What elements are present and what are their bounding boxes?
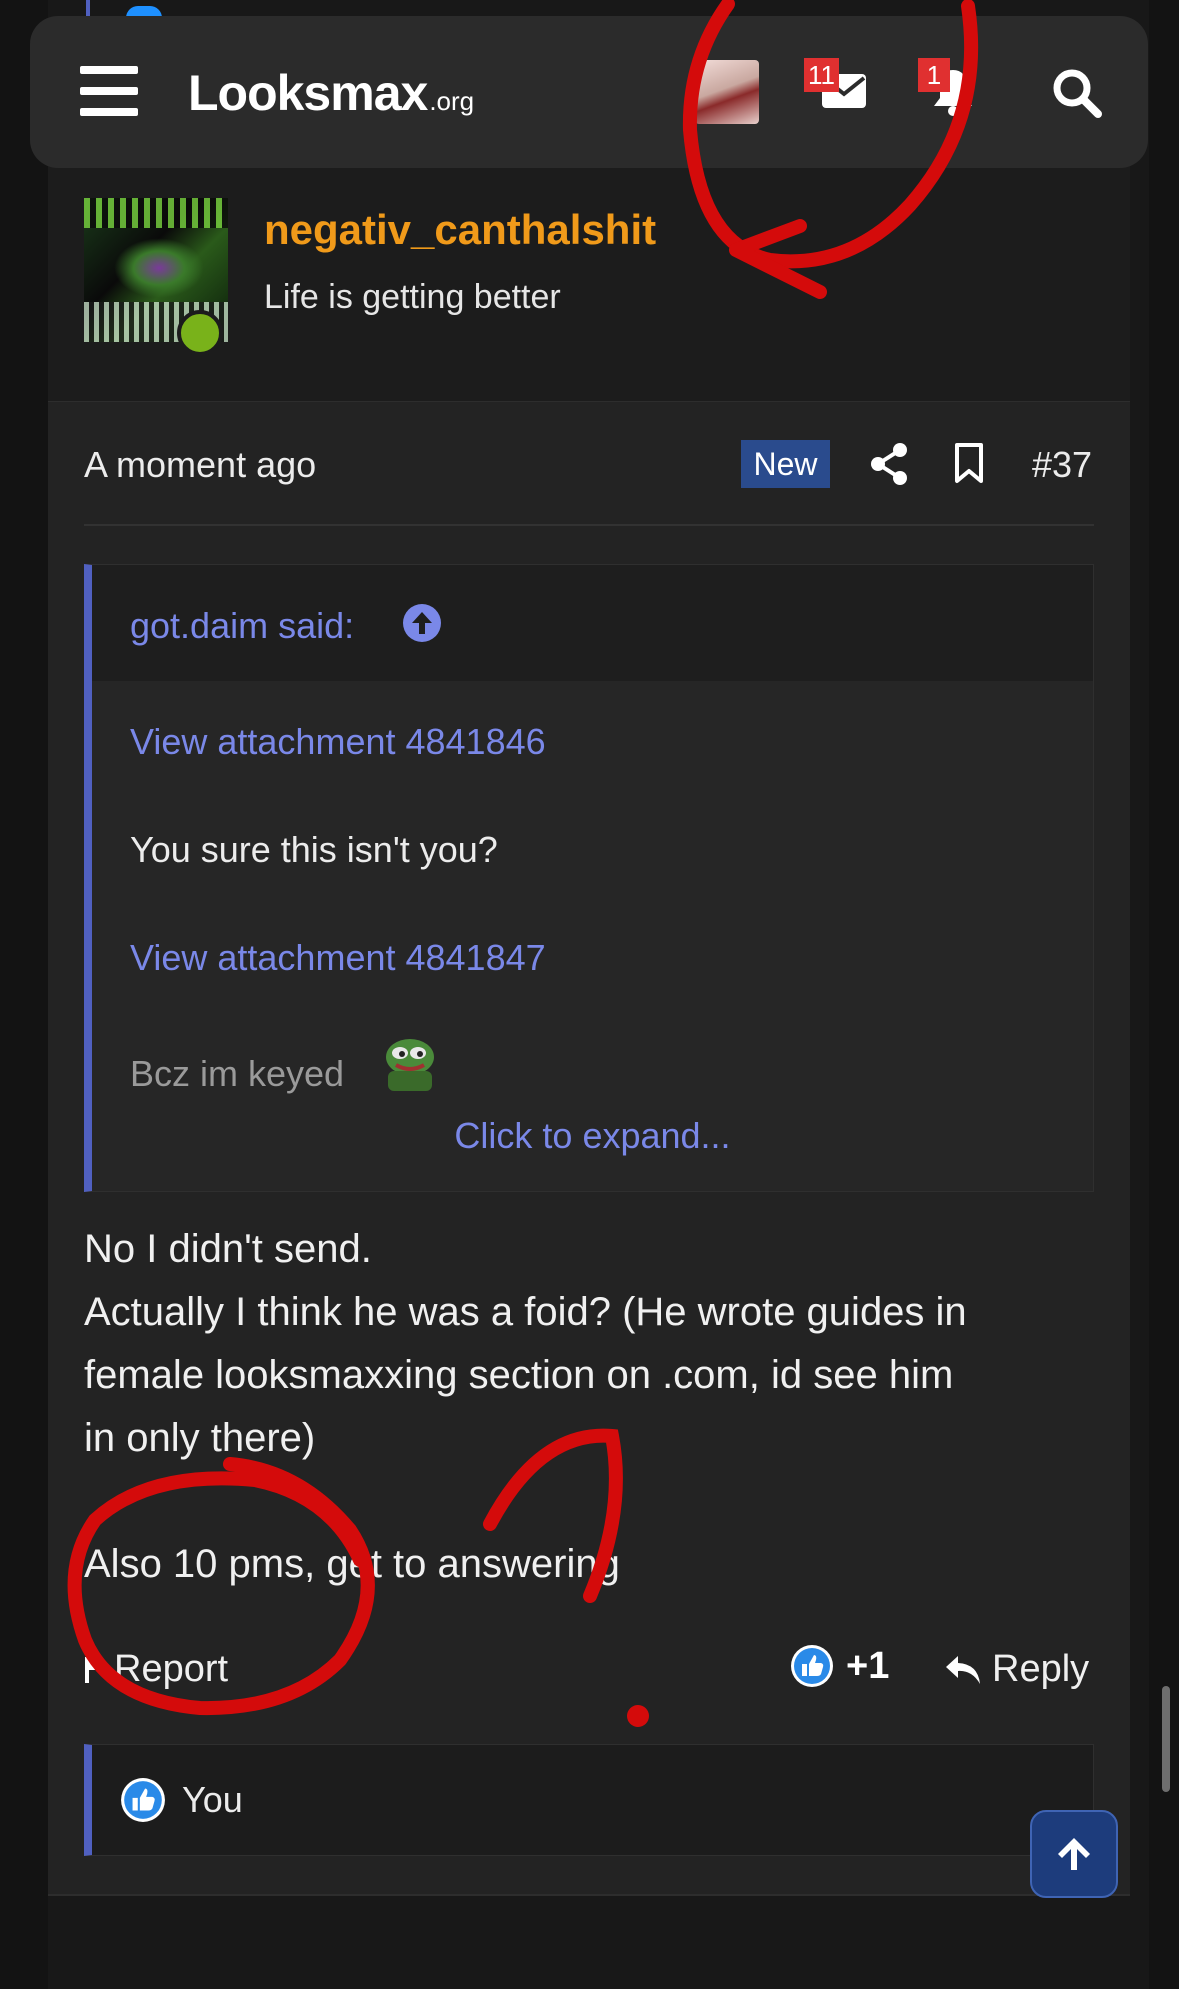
quote-faded-text: Bcz im keyed: [130, 1053, 345, 1094]
menu-icon[interactable]: [80, 66, 138, 116]
logo-text: Lᴏᴏksmax: [188, 65, 428, 121]
share-icon[interactable]: [870, 442, 908, 486]
site-logo[interactable]: Lᴏᴏksmax .org: [188, 64, 474, 122]
body-line: in only there): [84, 1416, 316, 1460]
inbox-count-badge: 11: [804, 58, 839, 92]
body-line: Actually I think he was a foid? (He wrot…: [84, 1290, 967, 1334]
click-to-expand-link[interactable]: Click to expand...: [92, 1115, 1093, 1157]
poster-user-title: Life is getting better: [264, 278, 561, 316]
top-navbar: Lᴏᴏksmax .org 11 1: [30, 16, 1148, 168]
left-gutter: [0, 0, 48, 1989]
body-line: No I didn't send.: [84, 1227, 372, 1271]
like-icon: [791, 1645, 833, 1687]
scrollbar-thumb[interactable]: [1162, 1686, 1170, 1792]
reply-icon: [946, 1655, 980, 1684]
reply-button[interactable]: Reply: [944, 1648, 1089, 1691]
scroll-to-top-button[interactable]: [1030, 1810, 1118, 1898]
meta-divider: [84, 524, 1094, 526]
new-badge: New: [741, 440, 830, 488]
body-line: female looksmaxxing section on .com, id …: [84, 1353, 954, 1397]
pepe-emoji-icon: [386, 1039, 434, 1091]
logo-tld: .org: [429, 86, 475, 116]
attachment-link-1[interactable]: View attachment 4841846: [130, 721, 546, 763]
quote-block: got.daim said: View attachment 4841846 Y…: [84, 564, 1094, 1192]
attachment-link-2[interactable]: View attachment 4841847: [130, 937, 546, 979]
online-status-icon: [177, 310, 223, 356]
reactions-bar[interactable]: You: [84, 1744, 1094, 1856]
poster-username[interactable]: negativ_canthalshit: [264, 206, 656, 254]
account-avatar[interactable]: [695, 60, 759, 124]
like-reaction-icon: [121, 1778, 165, 1822]
jump-to-quote-icon[interactable]: [402, 603, 442, 643]
reply-label: Reply: [992, 1648, 1090, 1690]
flag-icon: [85, 1656, 103, 1683]
quote-text: You sure this isn't you?: [130, 829, 498, 870]
report-button[interactable]: Report: [84, 1648, 228, 1691]
post-number-link[interactable]: #37: [1032, 444, 1092, 486]
search-icon[interactable]: [1052, 68, 1102, 118]
post-timestamp[interactable]: A moment ago: [84, 444, 316, 486]
bookmark-icon[interactable]: [954, 442, 984, 484]
post-body: No I didn't send. Actually I think he wa…: [84, 1218, 1094, 1596]
like-count: +1: [846, 1644, 890, 1687]
previous-quote-edge: [86, 0, 90, 16]
report-label: Report: [114, 1648, 229, 1690]
quote-header: got.daim said:: [92, 565, 1093, 681]
post-bottom-divider: [48, 1894, 1130, 1896]
page: negativ_canthalshit Life is getting bett…: [0, 0, 1179, 1989]
quote-author-link[interactable]: got.daim said:: [130, 605, 354, 647]
reaction-user[interactable]: You: [182, 1779, 243, 1821]
alerts-count-badge: 1: [918, 58, 950, 92]
like-button[interactable]: +1: [790, 1644, 889, 1688]
body-line: Also 10 pms, get to answering: [84, 1542, 620, 1586]
arrow-up-icon: [1058, 1838, 1090, 1870]
